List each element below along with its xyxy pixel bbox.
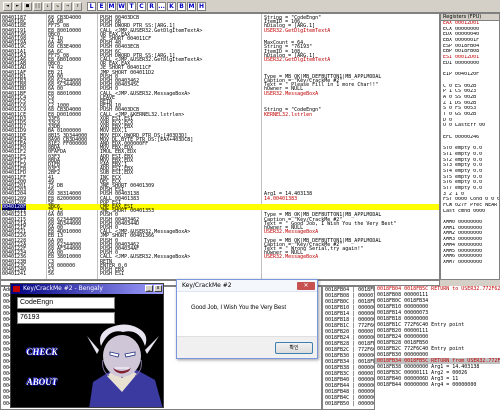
toolbar-window-button[interactable]: E xyxy=(97,1,106,11)
disasm-row[interactable]: 00401241 56 PUSH ESI xyxy=(1,271,439,278)
toolbar-window-button[interactable]: ... xyxy=(157,1,166,11)
stack-row[interactable]: 0018FB44 00000000 Arg4 = 00000000 xyxy=(375,382,500,388)
app-icon xyxy=(13,286,20,292)
message-box-dialog[interactable]: Key/CrackMe #2 ✕ Good Job, I Wish You th… xyxy=(176,279,318,359)
name-input[interactable]: CodeEngn xyxy=(17,297,115,309)
toolbar-window-button[interactable]: L xyxy=(87,1,96,11)
hex-cell: 56 xyxy=(48,271,55,278)
register-row[interactable]: XMM7 00000000 xyxy=(441,260,499,266)
about-button[interactable]: ABOUT xyxy=(23,374,61,390)
registers-header: Registers (FPU) xyxy=(441,14,499,21)
crackme-window[interactable]: Key/CrackMe #2 - Bengaly _ x CodeEngn 76… xyxy=(10,283,164,408)
toolbar-window-button[interactable]: T xyxy=(127,1,136,11)
toolbar: ◄ ► ■ || ↓ ↘ → ↑ L E M W T C R... K B M H xyxy=(0,0,500,13)
crackme-titlebar[interactable]: Key/CrackMe #2 - Bengaly _ x xyxy=(11,284,163,294)
address-cell: 00401241 xyxy=(2,271,27,278)
message-box-footer: 확인 xyxy=(177,336,317,358)
toolbar-window-button[interactable]: M xyxy=(107,1,116,11)
character-artwork xyxy=(87,324,163,407)
toolbar-window-button[interactable]: M xyxy=(187,1,196,11)
toolbar-window-button[interactable]: H xyxy=(197,1,206,11)
message-box-titlebar[interactable]: Key/CrackMe #2 ✕ xyxy=(177,280,317,292)
crackme-title: Key/CrackMe #2 - Bengaly xyxy=(23,285,103,292)
ok-button[interactable]: 확인 xyxy=(275,342,313,354)
toolbar-window-button[interactable]: K xyxy=(167,1,176,11)
close-icon[interactable]: x xyxy=(154,285,162,292)
toolbar-button[interactable]: ↑ xyxy=(73,1,82,11)
check-button[interactable]: CHECK xyxy=(23,344,61,360)
toolbar-window-button[interactable]: B xyxy=(177,1,186,11)
message-box-title: Key/CrackMe #2 xyxy=(182,282,232,289)
message-text: Good Job, I Wish You the Very Best xyxy=(191,305,287,311)
message-box-body: Good Job, I Wish You the Very Best xyxy=(177,292,317,336)
registers-pane[interactable]: Registers (FPU) EAX 00012D01 ECX 00000000… xyxy=(440,13,500,280)
instruction-cell: PUSH ESI xyxy=(100,271,125,278)
toolbar-window-button[interactable]: W xyxy=(117,1,126,11)
toolbar-window-button[interactable]: C xyxy=(137,1,146,11)
toolbar-button[interactable]: ■ xyxy=(23,1,32,11)
stack-pane[interactable]: 0018FB04 0018FB5C RETURN to USER32.772F6… xyxy=(374,286,500,410)
toolbar-button[interactable]: ◄ xyxy=(3,1,12,11)
serial-input[interactable]: 76193 xyxy=(17,312,115,324)
toolbar-button[interactable]: || xyxy=(33,1,42,11)
toolbar-button[interactable]: ↓ xyxy=(43,1,52,11)
minimize-icon[interactable]: _ xyxy=(145,285,153,292)
toolbar-window-button[interactable]: R xyxy=(147,1,156,11)
toolbar-button[interactable]: ► xyxy=(13,1,22,11)
toolbar-button[interactable]: → xyxy=(63,1,72,11)
cpu-disassembly-pane[interactable]: 00401187 68 CB3D4000 PUSH 00403DCB String =… xyxy=(0,13,440,280)
toolbar-button[interactable]: ↘ xyxy=(53,1,62,11)
close-icon[interactable]: ✕ xyxy=(297,282,315,290)
